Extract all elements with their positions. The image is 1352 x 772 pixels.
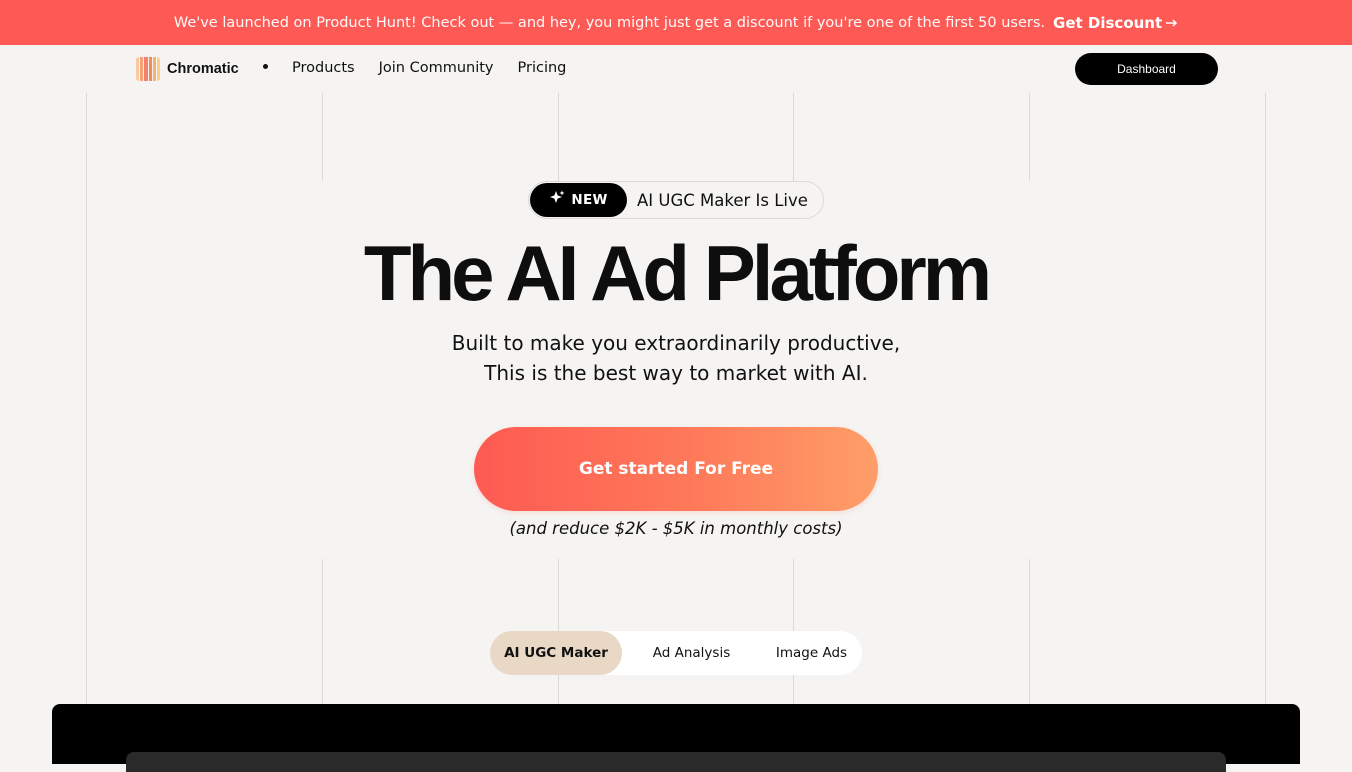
nav-link-products[interactable]: Products — [292, 60, 355, 76]
cost-savings-note: (and reduce $2K - $5K in monthly costs) — [509, 519, 843, 538]
grid-line — [1029, 559, 1030, 704]
tab-ai-ugc-maker[interactable]: AI UGC Maker — [490, 631, 622, 675]
product-tabs: AI UGC Maker Ad Analysis Image Ads — [490, 631, 862, 675]
hero-title: The AI Ad Platform — [363, 229, 992, 317]
chromatic-logo-icon — [136, 57, 160, 81]
grid-line — [322, 93, 323, 181]
get-discount-link[interactable]: Get Discount — [1053, 14, 1178, 32]
badge-text: AI UGC Maker Is Live — [637, 190, 808, 210]
nav-links: Products Join Community Pricing — [292, 60, 566, 76]
sparkle-icon — [549, 190, 565, 210]
hero-subtitle-line-2: This is the best way to market with AI. — [484, 361, 868, 385]
tab-ad-analysis[interactable]: Ad Analysis — [622, 631, 761, 675]
nav-link-join-community[interactable]: Join Community — [379, 60, 494, 76]
banner-message: We've launched on Product Hunt! Check ou… — [173, 14, 1046, 31]
get-discount-label: Get Discount — [1053, 13, 1163, 32]
grid-line — [322, 559, 323, 704]
grid-line — [793, 93, 794, 181]
grid-line — [1029, 93, 1030, 181]
arrow-right-icon — [1166, 14, 1178, 32]
hero-subtitle: Built to make you extraordinarily produc… — [0, 328, 1352, 388]
grid-line — [86, 93, 87, 704]
nav-separator-dot — [263, 64, 268, 69]
grid-line — [1265, 93, 1266, 704]
grid-line — [558, 93, 559, 181]
top-navigation: Chromatic Products Join Community Pricin… — [0, 45, 1352, 93]
announcement-badge[interactable]: NEW AI UGC Maker Is Live — [528, 181, 824, 219]
new-tag-label: NEW — [571, 192, 608, 208]
get-started-button[interactable]: Get started For Free — [474, 427, 878, 511]
hero-subtitle-line-1: Built to make you extraordinarily produc… — [451, 331, 901, 355]
product-preview-panel — [52, 704, 1300, 772]
nav-link-pricing[interactable]: Pricing — [518, 60, 567, 76]
dashboard-button[interactable]: Dashboard — [1075, 53, 1218, 85]
tab-image-ads[interactable]: Image Ads — [761, 631, 862, 675]
brand-logo[interactable]: Chromatic — [136, 57, 239, 81]
new-tag: NEW — [530, 183, 627, 217]
preview-window — [126, 752, 1226, 772]
announcement-banner: We've launched on Product Hunt! Check ou… — [0, 0, 1352, 45]
brand-name: Chromatic — [167, 61, 239, 77]
